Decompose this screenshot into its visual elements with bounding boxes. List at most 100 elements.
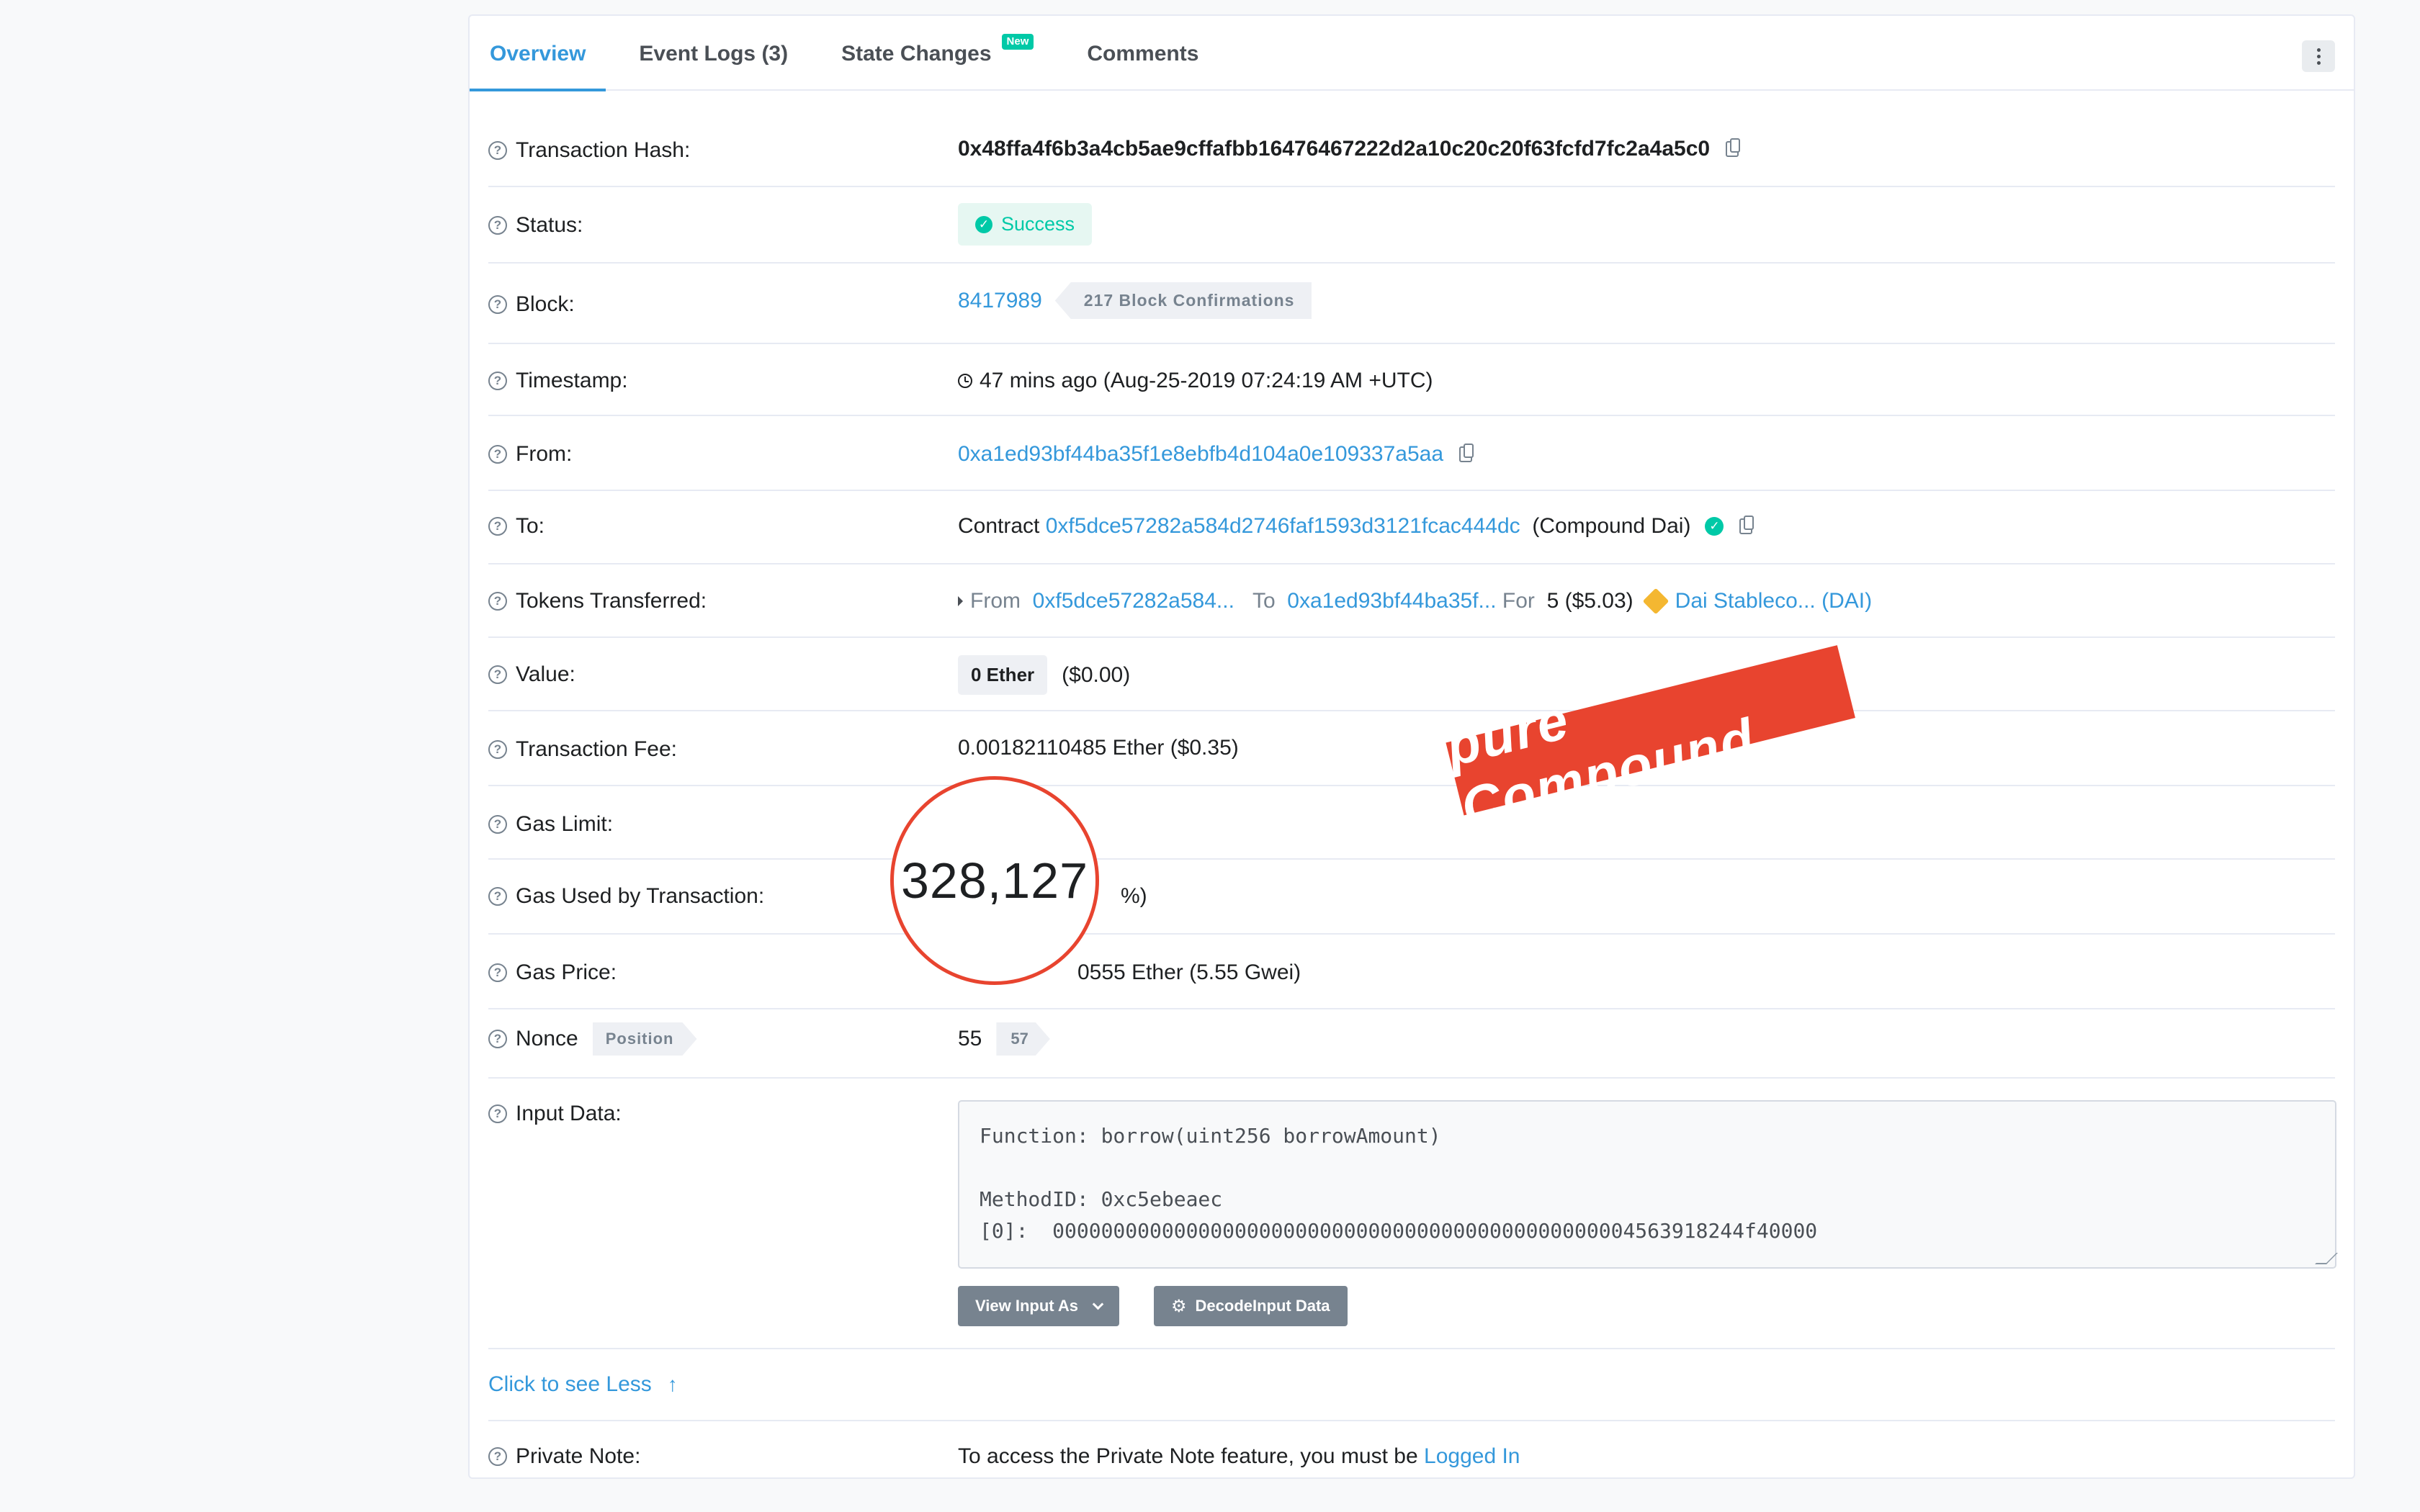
tab-overview[interactable]: Overview — [469, 15, 606, 91]
status-badge: ✓ Success — [958, 203, 1093, 246]
row-value: 0.00182110485 Ether ($0.35) — [958, 736, 1239, 760]
contract-prefix: Contract — [958, 514, 1040, 538]
logged-in-link[interactable]: Logged In — [1424, 1444, 1520, 1469]
copy-icon[interactable] — [1726, 138, 1741, 157]
help-icon[interactable]: ? — [488, 1030, 507, 1048]
gas-price-label: Gas Price: — [516, 960, 617, 984]
tab-comments[interactable]: Comments — [1087, 15, 1198, 90]
row-label: ? To: — [488, 514, 544, 539]
row-value: From 0xf5dce57282a584... To 0xa1ed93bf44… — [958, 588, 1872, 615]
copy-icon[interactable] — [1459, 444, 1474, 462]
token-amount: 5 ($5.03) — [1546, 589, 1634, 613]
row-gas-price: ? Gas Price: 0555 Ether (5.55 Gwei) — [488, 935, 2335, 1009]
help-icon[interactable]: ? — [488, 295, 507, 314]
row-gas-used: ? Gas Used by Transaction: %) — [488, 860, 2335, 935]
see-less-link[interactable]: Click to see Less ↑ — [488, 1372, 678, 1397]
row-label: ? Input Data: — [488, 1102, 622, 1126]
tab-event-logs[interactable]: Event Logs (3) — [639, 15, 788, 90]
row-label: ? Block: — [488, 292, 575, 317]
help-icon[interactable]: ? — [488, 740, 507, 759]
dot-icon — [2316, 54, 2321, 58]
row-label: ? From: — [488, 442, 572, 467]
contract-name: (Compound Dai) — [1532, 514, 1691, 538]
token-for-label: For — [1502, 589, 1535, 613]
timestamp-label: Timestamp: — [516, 369, 628, 392]
token-from-label: From — [970, 589, 1021, 613]
help-icon[interactable]: ? — [488, 665, 507, 684]
row-value: To access the Private Note feature, you … — [958, 1444, 1520, 1469]
row-label: ? Value: — [488, 662, 575, 687]
help-icon[interactable]: ? — [488, 216, 507, 235]
row-private-note: ? Private Note: To access the Private Not… — [488, 1421, 2335, 1479]
decode-icon: ⚙ — [1171, 1296, 1187, 1316]
see-less-label: Click to see Less — [488, 1372, 652, 1396]
position-badge: Position — [593, 1022, 697, 1056]
tab-comments-label: Comments — [1087, 42, 1199, 66]
confirmations-badge: 217 Block Confirmations — [1054, 282, 1312, 319]
row-value: ? Value: 0 Ether ($0.00) — [488, 638, 2335, 711]
transaction-fee-value: 0.00182110485 Ether ($0.35) — [958, 736, 1239, 760]
tab-event-logs-label: Event Logs (3) — [639, 42, 789, 66]
row-status: ? Status: ✓ Success — [488, 187, 2335, 264]
tab-overview-label: Overview — [490, 42, 586, 66]
private-note-text: To access the Private Note feature, you … — [958, 1444, 1418, 1468]
decode-input-button[interactable]: ⚙ DecodeInput Data — [1154, 1286, 1348, 1326]
row-value: 0xa1ed93bf44ba35f1e8ebfb4d104a0e109337a5… — [958, 442, 1474, 467]
row-to: ? To: Contract 0xf5dce57282a584d2746faf15… — [488, 491, 2335, 564]
token-to-label: To — [1252, 589, 1276, 613]
token-to-link[interactable]: 0xa1ed93bf44ba35f... — [1287, 589, 1496, 613]
token-from-link[interactable]: 0xf5dce57282a584... — [1033, 589, 1234, 613]
row-label: ? Transaction Fee: — [488, 737, 677, 762]
row-transaction-fee: ? Transaction Fee: 0.00182110485 Ether ($… — [488, 711, 2335, 786]
caret-right-icon[interactable] — [958, 596, 963, 606]
resize-grip-icon[interactable] — [2315, 1253, 2338, 1264]
from-label: From: — [516, 442, 573, 466]
nonce-label: Nonce — [516, 1027, 578, 1050]
help-icon[interactable]: ? — [488, 1104, 507, 1123]
new-badge: New — [1001, 34, 1034, 50]
help-icon[interactable]: ? — [488, 887, 507, 906]
row-value: 8417989 217 Block Confirmations — [958, 282, 1312, 319]
help-icon[interactable]: ? — [488, 592, 507, 611]
to-label: To: — [516, 514, 545, 538]
row-gas-limit: ? Gas Limit: — [488, 786, 2335, 860]
token-name-link[interactable]: Dai Stableco... (DAI) — [1675, 589, 1872, 613]
copy-icon[interactable] — [1739, 516, 1754, 534]
decode-input-label: DecodeInput Data — [1195, 1297, 1330, 1315]
ether-badge: 0 Ether — [958, 655, 1048, 695]
view-input-as-button[interactable]: View Input As — [958, 1286, 1120, 1326]
help-icon[interactable]: ? — [488, 445, 507, 464]
more-options-button[interactable] — [2302, 40, 2335, 72]
transaction-hash-value: 0x48ffa4f6b3a4cb5ae9cffafbb16476467222d2… — [958, 137, 1711, 161]
status-label: Status: — [516, 213, 583, 237]
tab-state-changes-label: State Changes — [841, 42, 992, 66]
zoom-magnifier: 328,127 — [890, 776, 1099, 985]
help-icon[interactable]: ? — [488, 141, 507, 160]
row-value: 47 mins ago (Aug-25-2019 07:24:19 AM +UT… — [958, 369, 1433, 393]
help-icon[interactable]: ? — [488, 815, 507, 834]
from-address-link[interactable]: 0xa1ed93bf44ba35f1e8ebfb4d104a0e109337a5… — [958, 442, 1443, 467]
help-icon[interactable]: ? — [488, 372, 507, 390]
help-icon[interactable]: ? — [488, 1447, 507, 1466]
row-value: ✓ Success — [958, 203, 1093, 246]
input-data-textarea[interactable]: Function: borrow(uint256 borrowAmount) M… — [958, 1100, 2338, 1269]
row-value: Contract 0xf5dce57282a584d2746faf1593d31… — [958, 514, 1754, 539]
help-icon[interactable]: ? — [488, 963, 507, 982]
help-icon[interactable]: ? — [488, 517, 507, 536]
private-note-label: Private Note: — [516, 1444, 641, 1468]
row-timestamp: ? Timestamp: 47 mins ago (Aug-25-2019 07:… — [488, 344, 2335, 416]
arrow-up-icon: ↑ — [667, 1373, 678, 1395]
block-number-link[interactable]: 8417989 — [958, 289, 1042, 313]
to-address-link[interactable]: 0xf5dce57282a584d2746faf1593d3121fcac444… — [1046, 514, 1520, 539]
row-transaction-hash: ? Transaction Hash: 0x48ffa4f6b3a4cb5ae9c… — [488, 91, 2335, 187]
input-data-text: Function: borrow(uint256 borrowAmount) M… — [980, 1124, 1818, 1243]
row-label: ? Timestamp: — [488, 369, 628, 393]
row-see-less: Click to see Less ↑ — [488, 1349, 2335, 1421]
gas-used-zoom-value: 328,127 — [900, 852, 1089, 909]
tab-state-changes[interactable]: State Changes New — [841, 15, 1034, 90]
gas-price-value: 0555 Ether (5.55 Gwei) — [1077, 960, 1301, 984]
gas-used-suffix: %) — [1121, 884, 1147, 908]
row-value: 55 57 — [958, 1022, 1050, 1056]
row-tokens-transferred: ? Tokens Transferred: From 0xf5dce57282a5… — [488, 564, 2335, 638]
timestamp-value: 47 mins ago (Aug-25-2019 07:24:19 AM +UT… — [980, 369, 1433, 392]
